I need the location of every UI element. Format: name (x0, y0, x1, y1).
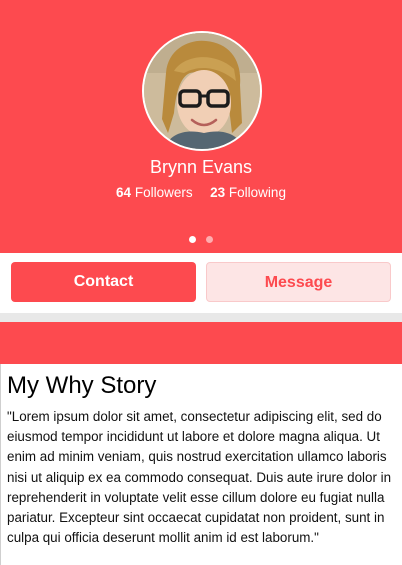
followers-count: 64 (116, 185, 132, 200)
page-dot-2[interactable] (206, 236, 213, 243)
avatar-photo (144, 33, 260, 149)
contact-button[interactable]: Contact (11, 262, 196, 302)
page-dot-1[interactable] (189, 236, 196, 243)
story-body: "Lorem ipsum dolor sit amet, consectetur… (7, 409, 392, 546)
following-count: 23 (210, 185, 226, 200)
profile-header: Brynn Evans 64 Followers 23 Following (0, 0, 402, 253)
action-bar: Contact Message (0, 253, 402, 313)
avatar[interactable] (142, 31, 262, 151)
message-button[interactable]: Message (206, 262, 391, 302)
page-indicator (0, 236, 402, 243)
story-title: My Why Story (7, 372, 157, 399)
profile-stats: 64 Followers 23 Following (0, 184, 402, 201)
following-label: Following (228, 185, 286, 200)
profile-name: Brynn Evans (149, 157, 253, 177)
followers-label: Followers (134, 185, 193, 200)
accent-band (0, 322, 402, 364)
separator (0, 313, 402, 322)
story-section: My Why Story "Lorem ipsum dolor sit amet… (0, 364, 402, 565)
